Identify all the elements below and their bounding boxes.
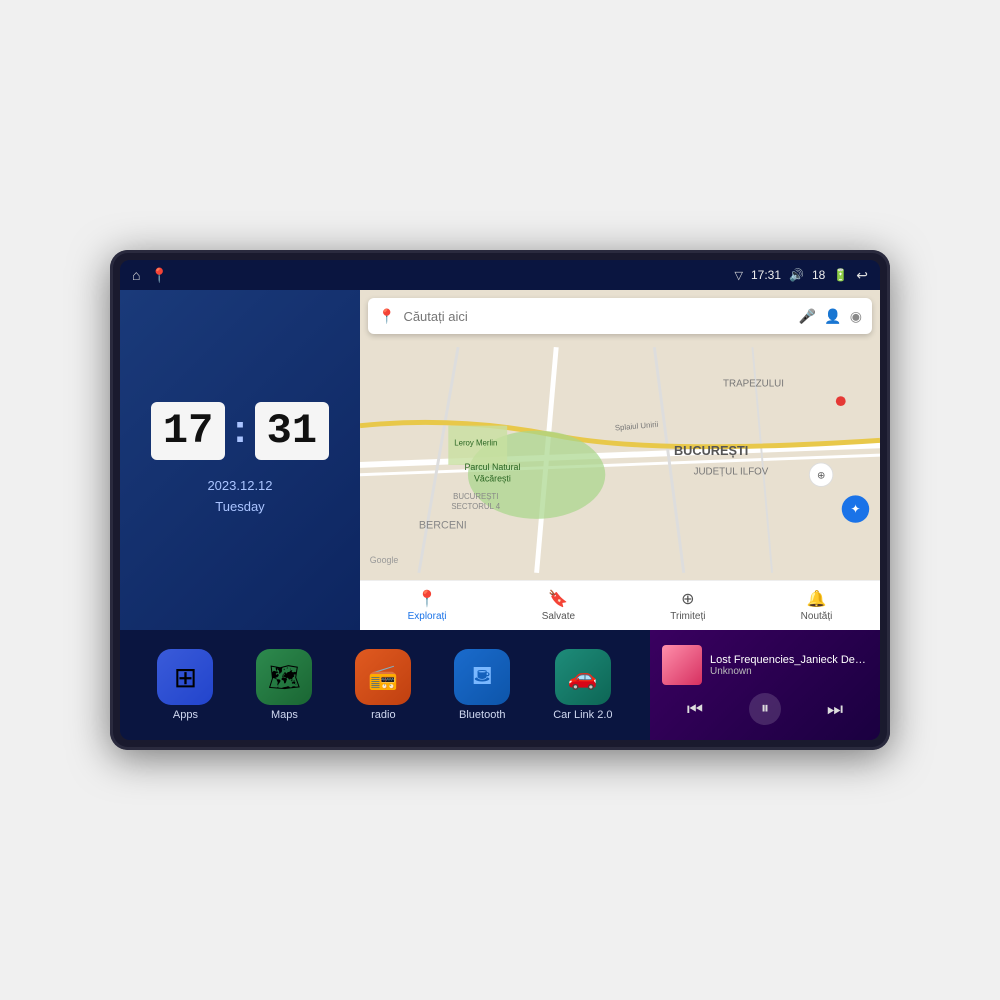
clock-minutes: 31	[255, 402, 329, 460]
music-title: Lost Frequencies_Janieck Devy-...	[710, 654, 868, 666]
clock-date: 2023.12.12 Tuesday	[207, 476, 272, 518]
apps-icon-circle: ⊞	[157, 649, 213, 705]
map-nav-bar: 📍 Explorați 🔖 Salvate ⊕ Trimiteți 🔔	[360, 580, 880, 630]
salvate-icon: 🔖	[548, 589, 568, 609]
apps-icon: ⊞	[174, 661, 197, 694]
noutati-icon: 🔔	[807, 589, 827, 609]
app-item-radio[interactable]: 📻 radio	[355, 649, 411, 721]
status-time: 17:31	[751, 268, 781, 282]
map-search-input[interactable]	[403, 309, 790, 324]
map-search-bar[interactable]: 📍 🎤 👤 ◉	[368, 298, 872, 334]
prev-button[interactable]: ⏮	[683, 695, 707, 724]
svg-text:TRAPEZULUI: TRAPEZULUI	[723, 378, 784, 389]
map-nav-explorati[interactable]: 📍 Explorați	[408, 589, 447, 622]
app-item-bluetooth[interactable]: ⛾ Bluetooth	[454, 649, 510, 721]
status-bar-right: ▽ 17:31 🔊 18 🔋 ↩	[735, 267, 869, 284]
screen: ⌂ 📍 ▽ 17:31 🔊 18 🔋 ↩ 17 :	[120, 260, 880, 740]
play-pause-button[interactable]: ⏸	[749, 693, 781, 725]
explorati-icon: 📍	[417, 589, 437, 609]
maps-label: Maps	[271, 709, 298, 721]
music-thumbnail	[662, 645, 702, 685]
music-panel: Lost Frequencies_Janieck Devy-... Unknow…	[650, 630, 880, 740]
bluetooth-label: Bluetooth	[459, 709, 505, 721]
map-nav-noutati[interactable]: 🔔 Noutăți	[801, 589, 833, 622]
bottom-section: ⊞ Apps 🗺 Maps 📻	[120, 630, 880, 740]
svg-text:JUDEȚUL ILFOV: JUDEȚUL ILFOV	[694, 467, 769, 478]
app-item-carlink[interactable]: 🚗 Car Link 2.0	[553, 649, 612, 721]
trimiteti-label: Trimiteți	[670, 611, 705, 622]
noutati-label: Noutăți	[801, 611, 833, 622]
explorati-label: Explorați	[408, 611, 447, 622]
map-pin-icon: 📍	[378, 308, 395, 325]
radio-icon-circle: 📻	[355, 649, 411, 705]
map-panel[interactable]: 📍 🎤 👤 ◉	[360, 290, 880, 630]
volume-icon[interactable]: 🔊	[789, 268, 804, 282]
map-content: BERCENI BUCUREȘTI JUDEȚUL ILFOV TRAPEZUL…	[360, 340, 880, 580]
bluetooth-icon-circle: ⛾	[454, 649, 510, 705]
clock-panel: 17 : 31 2023.12.12 Tuesday	[120, 290, 360, 630]
apps-label: Apps	[173, 709, 198, 721]
music-text: Lost Frequencies_Janieck Devy-... Unknow…	[710, 654, 868, 677]
status-bar: ⌂ 📍 ▽ 17:31 🔊 18 🔋 ↩	[120, 260, 880, 290]
svg-text:Google: Google	[370, 555, 399, 565]
svg-text:Parcul Natural: Parcul Natural	[464, 462, 520, 472]
svg-text:⊕: ⊕	[817, 471, 825, 482]
map-nav-trimiteti[interactable]: ⊕ Trimiteți	[670, 589, 705, 622]
main-area: 17 : 31 2023.12.12 Tuesday 📍 🎤	[120, 290, 880, 740]
mic-icon[interactable]: 🎤	[799, 308, 816, 325]
music-controls: ⏮ ⏸ ⏭	[662, 693, 868, 725]
account-icon[interactable]: 👤	[824, 308, 841, 325]
radio-label: radio	[371, 709, 395, 721]
carlink-icon-circle: 🚗	[555, 649, 611, 705]
svg-text:Văcărești: Văcărești	[474, 474, 511, 484]
signal-icon: ▽	[735, 269, 743, 282]
svg-text:BUCUREȘTI: BUCUREȘTI	[674, 443, 748, 458]
battery-icon: 🔋	[833, 268, 848, 282]
carlink-label: Car Link 2.0	[553, 709, 612, 721]
maps-icon: 🗺	[268, 662, 301, 693]
apps-area: ⊞ Apps 🗺 Maps 📻	[120, 630, 650, 740]
radio-icon: 📻	[368, 663, 398, 692]
top-section: 17 : 31 2023.12.12 Tuesday 📍 🎤	[120, 290, 880, 630]
clock-colon: :	[233, 407, 246, 452]
trimiteti-icon: ⊕	[681, 589, 694, 609]
clock-hours: 17	[151, 402, 225, 460]
map-nav-salvate[interactable]: 🔖 Salvate	[542, 589, 575, 622]
salvate-label: Salvate	[542, 611, 575, 622]
clock-display: 17 : 31	[151, 402, 329, 460]
layers-icon[interactable]: ◉	[850, 308, 862, 325]
maps-shortcut-icon[interactable]: 📍	[150, 267, 167, 284]
svg-text:✦: ✦	[851, 503, 861, 516]
next-button[interactable]: ⏭	[823, 695, 847, 724]
svg-text:BERCENI: BERCENI	[419, 520, 467, 532]
music-artist: Unknown	[710, 666, 868, 677]
maps-icon-circle: 🗺	[256, 649, 312, 705]
music-info: Lost Frequencies_Janieck Devy-... Unknow…	[662, 645, 868, 685]
battery-level: 18	[812, 268, 825, 282]
bluetooth-icon: ⛾	[472, 660, 493, 695]
device: ⌂ 📍 ▽ 17:31 🔊 18 🔋 ↩ 17 :	[110, 250, 890, 750]
svg-text:SECTORUL 4: SECTORUL 4	[451, 502, 500, 511]
back-icon[interactable]: ↩	[856, 267, 868, 284]
home-icon[interactable]: ⌂	[132, 267, 140, 283]
app-item-maps[interactable]: 🗺 Maps	[256, 649, 312, 721]
status-bar-left: ⌂ 📍	[132, 267, 168, 284]
app-item-apps[interactable]: ⊞ Apps	[157, 649, 213, 721]
svg-text:BUCUREȘTI: BUCUREȘTI	[453, 492, 498, 501]
carlink-icon: 🚗	[568, 663, 598, 692]
svg-text:Leroy Merlin: Leroy Merlin	[454, 438, 497, 447]
